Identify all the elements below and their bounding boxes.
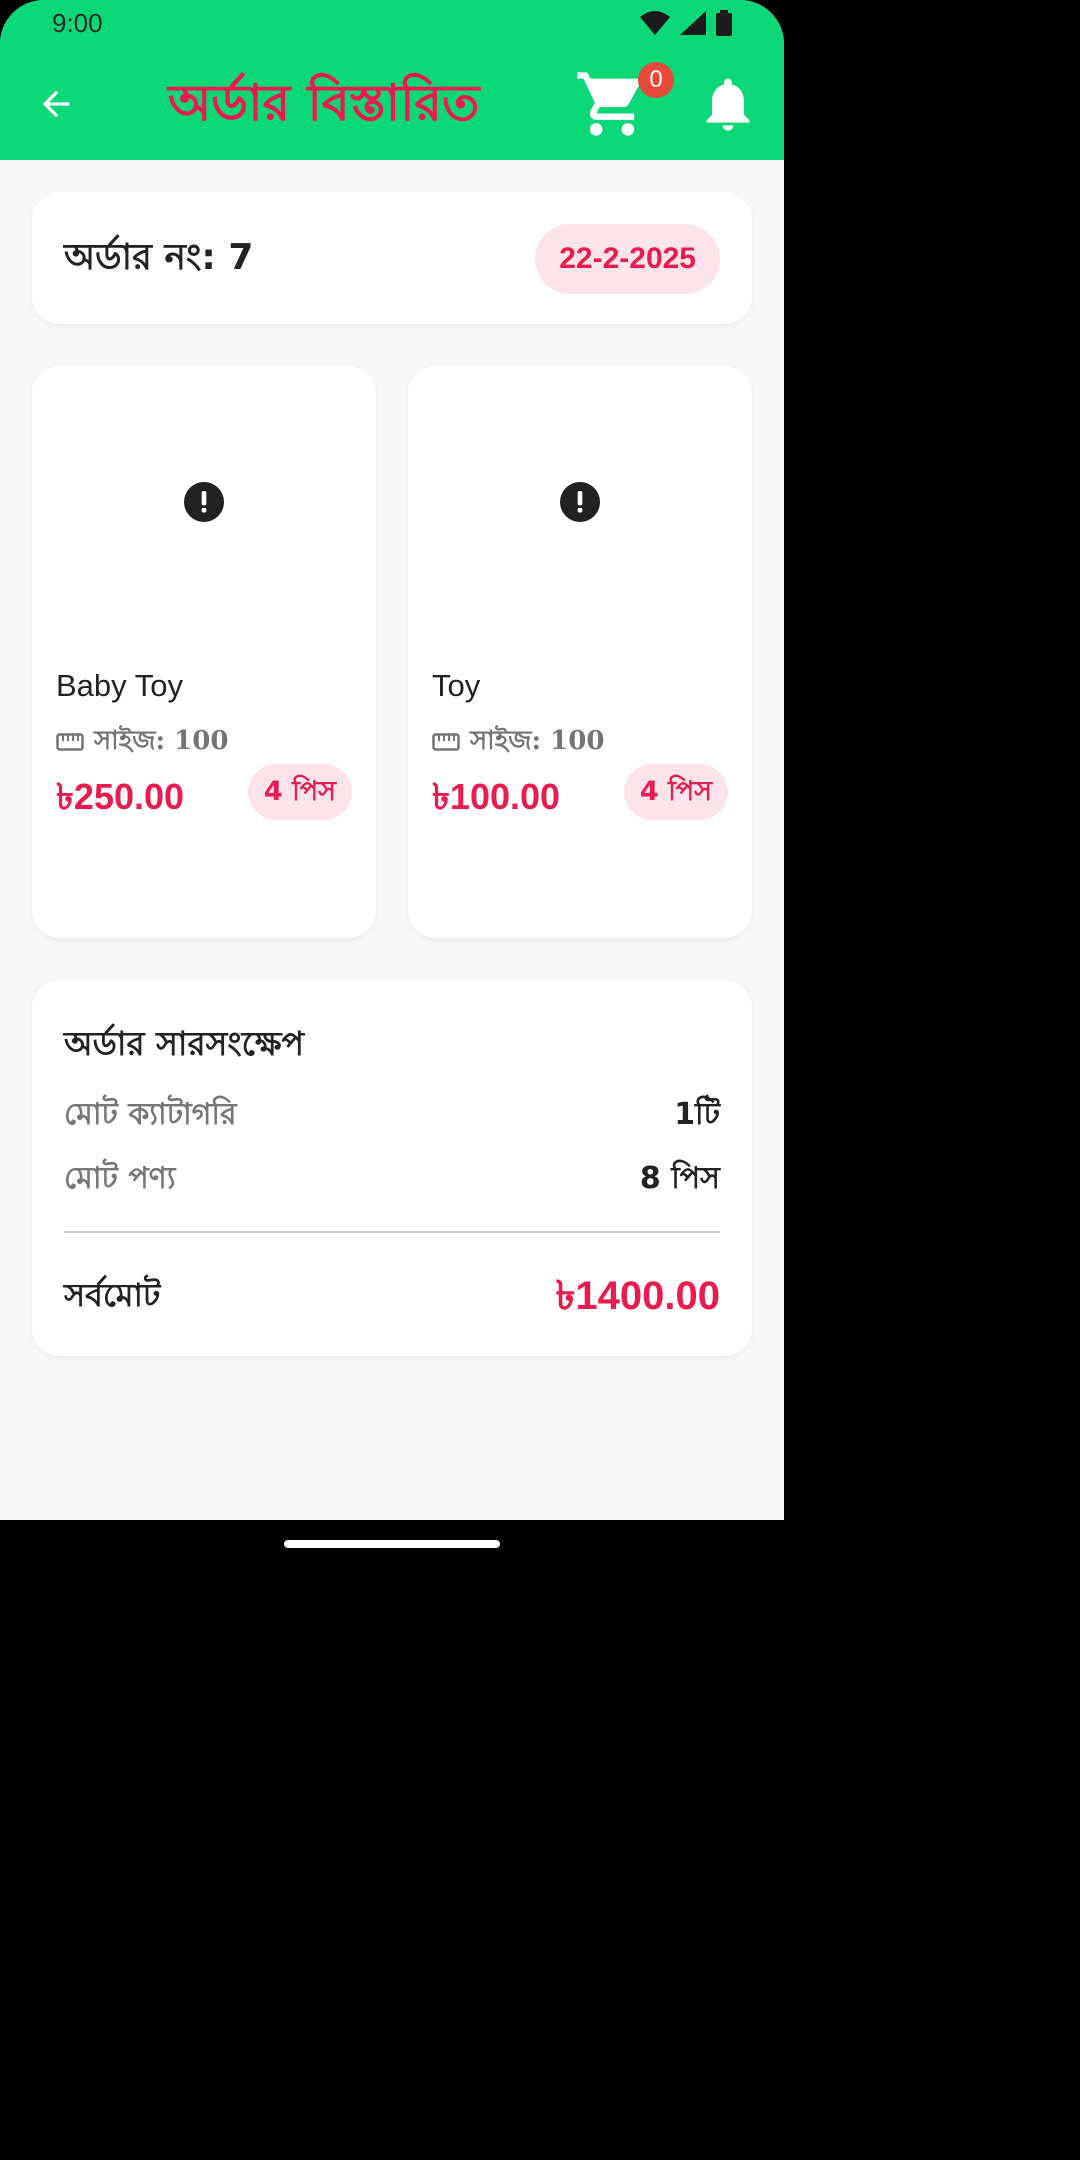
- summary-value: 8 পিস: [639, 1161, 720, 1196]
- back-button[interactable]: [30, 78, 82, 130]
- product-name: Baby Toy: [56, 668, 183, 703]
- product-size: সাইজ: 100: [56, 720, 228, 764]
- battery-icon: [716, 10, 732, 36]
- product-size: সাইজ: 100: [432, 720, 604, 764]
- product-price: ৳100.00: [432, 776, 561, 817]
- product-size-text: সাইজ: 100: [94, 726, 229, 756]
- summary-title: অর্ডার সারসংক্ষেপ: [64, 1024, 305, 1063]
- summary-row-categories: মোট ক্যাটাগরি 1টি: [64, 1090, 720, 1141]
- order-date-badge: 22-2-2025: [535, 224, 720, 294]
- order-summary-card: অর্ডার সারসংক্ষেপ মোট ক্যাটাগরি 1টি মোট …: [32, 980, 752, 1356]
- screen: 9:00 অর্ডার বিস্তারিত 0 অর্ডার নং: 7 22-…: [0, 0, 784, 1568]
- signal-icon: [680, 11, 706, 35]
- error-icon: [560, 482, 600, 522]
- summary-divider: [64, 1231, 720, 1233]
- product-card[interactable]: Toy সাইজ: 100 ৳100.00 4 পিস: [408, 366, 752, 938]
- bell-icon: [706, 78, 750, 131]
- cart-count-badge: 0: [638, 62, 674, 98]
- notification-button[interactable]: [696, 68, 760, 140]
- ruler-icon: [432, 733, 460, 751]
- total-label: সর্বমোট: [64, 1276, 161, 1314]
- status-time: 9:00: [52, 8, 103, 38]
- order-number: অর্ডার নং: 7: [64, 237, 254, 278]
- total-value: ৳1400.00: [555, 1274, 720, 1318]
- wifi-icon: [640, 11, 670, 35]
- product-price: ৳250.00: [56, 776, 185, 817]
- order-info-card: অর্ডার নং: 7 22-2-2025: [32, 192, 752, 324]
- product-size-text: সাইজ: 100: [470, 726, 605, 756]
- page-title: অর্ডার বিস্তারিত: [168, 73, 480, 132]
- product-quantity-badge: 4 পিস: [247, 764, 352, 820]
- system-nav-bar: [0, 1520, 784, 1568]
- product-card[interactable]: Baby Toy সাইজ: 100 ৳250.00 4 পিস: [32, 366, 376, 938]
- product-quantity-badge: 4 পিস: [623, 764, 728, 820]
- summary-label: মোট পণ্য: [64, 1161, 176, 1196]
- summary-row-products: মোট পণ্য 8 পিস: [64, 1154, 720, 1205]
- product-name: Toy: [432, 668, 481, 703]
- ruler-icon: [56, 733, 84, 751]
- back-arrow-icon: [42, 90, 70, 118]
- home-indicator[interactable]: [284, 1540, 500, 1548]
- status-icons: [640, 10, 732, 36]
- error-icon: [184, 482, 224, 522]
- cart-button[interactable]: 0: [574, 62, 674, 142]
- summary-value: 1টি: [674, 1097, 720, 1132]
- app-bar: 9:00 অর্ডার বিস্তারিত 0: [0, 0, 784, 160]
- summary-label: মোট ক্যাটাগরি: [64, 1097, 237, 1132]
